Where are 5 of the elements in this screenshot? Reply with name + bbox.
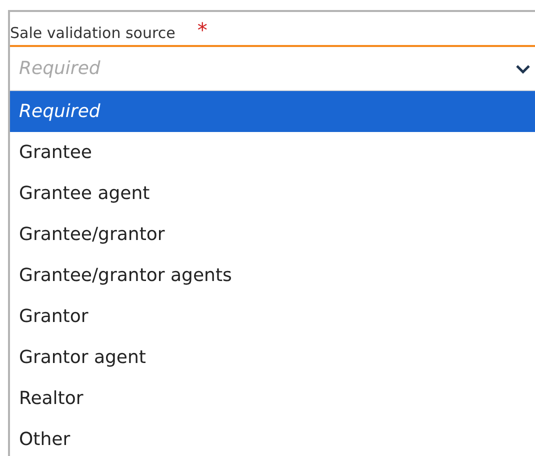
required-mark: * [197, 20, 208, 40]
chevron-down-icon [515, 64, 531, 74]
field-label: Sale validation source [10, 24, 176, 42]
placeholder: Required [19, 58, 100, 79]
dropdown-option[interactable]: Required [10, 91, 535, 132]
